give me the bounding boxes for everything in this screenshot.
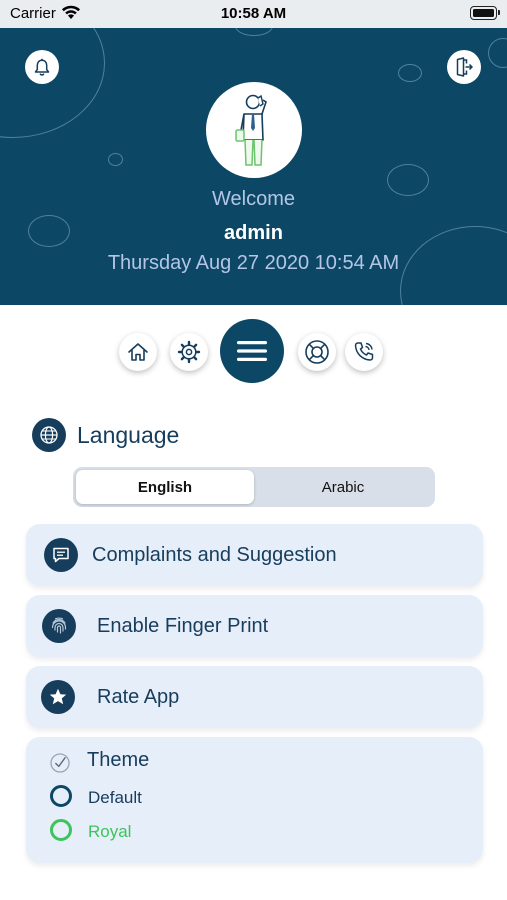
lifebuoy-icon — [305, 340, 329, 364]
globe-icon — [40, 426, 58, 444]
theme-default-label[interactable]: Default — [88, 788, 142, 808]
decorative-bubble — [488, 38, 507, 68]
language-segmented-control: English Arabic — [73, 467, 435, 507]
support-button[interactable] — [298, 333, 336, 371]
profile-header: Welcome admin Thursday Aug 27 2020 10:54… — [0, 28, 507, 305]
rate-app-label: Rate App — [97, 686, 180, 708]
decorative-bubble — [398, 64, 422, 82]
theme-section: Theme Default Royal — [26, 737, 483, 863]
language-section-title: Language — [32, 418, 179, 452]
decorative-bubble — [108, 153, 123, 166]
call-button[interactable] — [345, 333, 383, 371]
theme-title: Theme — [87, 749, 150, 771]
welcome-text: Welcome — [212, 188, 295, 210]
avatar — [206, 82, 302, 178]
language-option-arabic[interactable]: Arabic — [254, 470, 432, 504]
home-button[interactable] — [119, 333, 157, 371]
status-bar: Carrier 10:58 AM — [0, 0, 507, 28]
decorative-bubble — [0, 28, 105, 138]
complaints-suggestion-label: Complaints and Suggestion — [92, 544, 337, 566]
finger-print-label: Enable Finger Print — [97, 615, 269, 637]
chat-icon — [53, 547, 69, 563]
decorative-bubble — [235, 28, 273, 36]
settings-button[interactable] — [170, 333, 208, 371]
main-menu-button[interactable] — [220, 319, 284, 383]
current-datetime: Thursday Aug 27 2020 10:54 AM — [107, 252, 400, 274]
status-time: 10:58 AM — [220, 5, 287, 22]
star-icon-badge — [41, 680, 75, 714]
star-icon — [49, 688, 67, 705]
home-icon — [128, 343, 148, 361]
phone-icon — [354, 342, 374, 361]
bell-icon — [34, 58, 50, 76]
theme-royal-radio[interactable] — [50, 819, 72, 841]
hamburger-icon — [237, 341, 267, 361]
battery-icon — [470, 6, 500, 20]
chat-icon-badge — [44, 538, 78, 572]
language-option-english[interactable]: English — [76, 470, 254, 504]
theme-default-radio[interactable] — [50, 785, 72, 807]
complaints-suggestion-item[interactable]: Complaints and Suggestion — [26, 524, 483, 586]
notifications-button[interactable] — [25, 50, 59, 84]
gear-icon — [177, 340, 201, 364]
theme-royal-label[interactable]: Royal — [88, 822, 131, 842]
finger-print-item[interactable]: Enable Finger Print — [26, 595, 483, 657]
checkmark-circle-icon — [50, 753, 70, 773]
fingerprint-icon-badge — [42, 609, 76, 643]
language-label: Language — [77, 421, 180, 448]
fingerprint-icon — [51, 617, 67, 634]
logout-icon — [456, 57, 473, 77]
logout-button[interactable] — [447, 50, 481, 84]
rate-app-item[interactable]: Rate App — [26, 666, 483, 728]
globe-icon-badge — [32, 418, 66, 452]
username: admin — [224, 222, 283, 244]
businessman-on-phone-icon — [235, 94, 267, 166]
